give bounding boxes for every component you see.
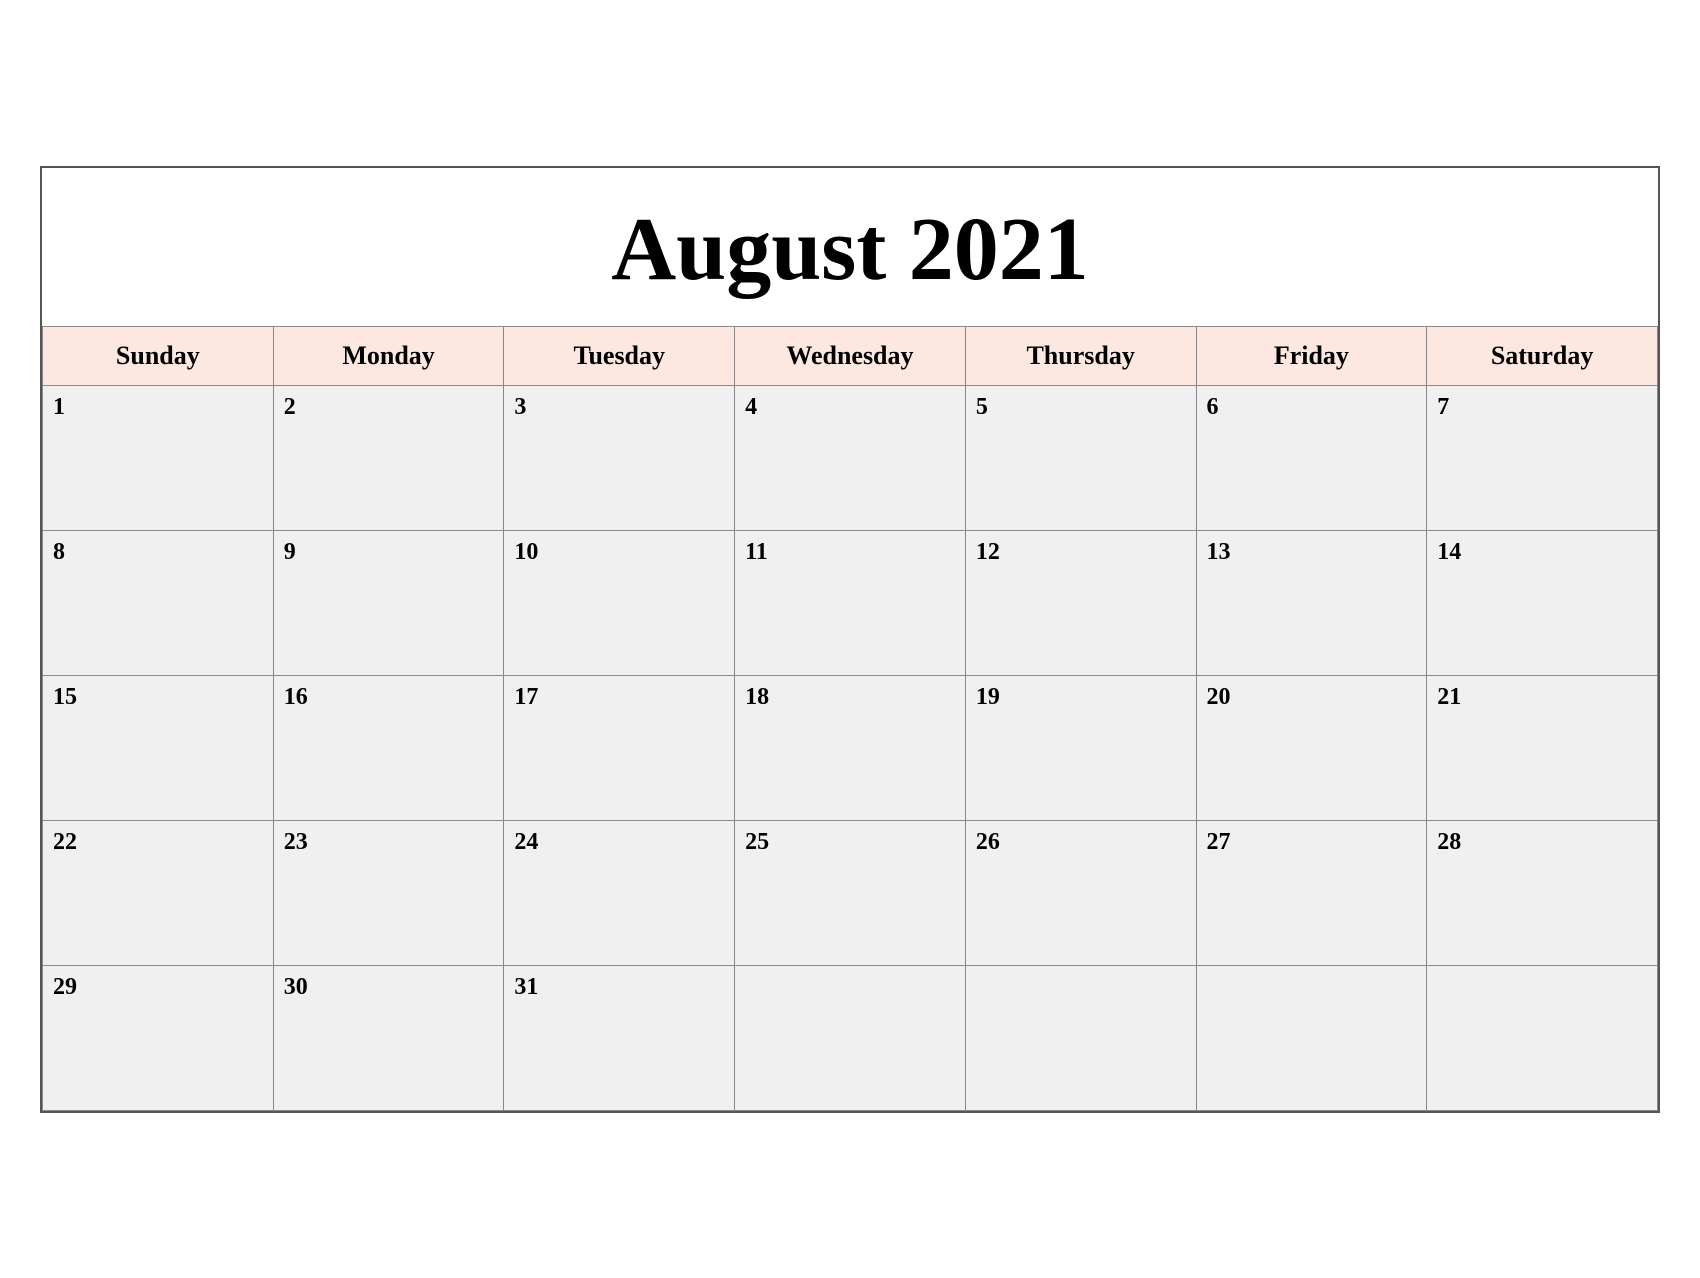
calendar-header-row: SundayMondayTuesdayWednesdayThursdayFrid… [43,326,1658,385]
calendar-day: 15 [43,675,274,820]
day-header-saturday: Saturday [1427,326,1658,385]
calendar-day: 9 [273,530,504,675]
calendar-week-2: 89 10 11 12 13 14 [43,530,1658,675]
day-number: 23 [284,829,494,856]
calendar-day: 12 [965,530,1196,675]
calendar-day: 29 [43,965,274,1110]
calendar-grid: SundayMondayTuesdayWednesdayThursdayFrid… [42,326,1658,1111]
day-number: 27 [1207,829,1417,856]
day-number: 13 [1207,539,1417,566]
day-number: 15 [53,684,263,711]
calendar-day: 21 [1427,675,1658,820]
calendar-day: 4 [735,385,966,530]
day-header-wednesday: Wednesday [735,326,966,385]
calendar-day [1196,965,1427,1110]
calendar-day: 18 [735,675,966,820]
day-number: 30 [284,974,494,1001]
day-number: 17 [514,684,724,711]
calendar-day: 10 [504,530,735,675]
day-number: 14 [1437,539,1647,566]
calendar-day: 20 [1196,675,1427,820]
day-number: 20 [1207,684,1417,711]
day-header-friday: Friday [1196,326,1427,385]
calendar-day: 1 [43,385,274,530]
day-number: 12 [976,539,1186,566]
calendar-week-1: 1234567 [43,385,1658,530]
day-header-sunday: Sunday [43,326,274,385]
day-header-monday: Monday [273,326,504,385]
calendar-day: 26 [965,820,1196,965]
day-number: 6 [1207,394,1417,421]
day-number: 24 [514,829,724,856]
day-header-tuesday: Tuesday [504,326,735,385]
calendar-day: 14 [1427,530,1658,675]
calendar-day: 25 [735,820,966,965]
day-number: 21 [1437,684,1647,711]
calendar-day: 30 [273,965,504,1110]
calendar-day [1427,965,1658,1110]
day-number: 7 [1437,394,1647,421]
calendar-day: 3 [504,385,735,530]
calendar-day: 5 [965,385,1196,530]
day-number: 10 [514,539,724,566]
day-number: 5 [976,394,1186,421]
calendar-day: 27 [1196,820,1427,965]
day-number: 28 [1437,829,1647,856]
day-number: 25 [745,829,955,856]
calendar-day: 28 [1427,820,1658,965]
day-number: 22 [53,829,263,856]
calendar-day: 24 [504,820,735,965]
day-number: 8 [53,539,263,566]
day-number: 18 [745,684,955,711]
day-number: 29 [53,974,263,1001]
day-number: 31 [514,974,724,1001]
calendar-day: 2 [273,385,504,530]
calendar-week-5: 29 30 31 [43,965,1658,1110]
calendar-day: 22 [43,820,274,965]
calendar-day: 8 [43,530,274,675]
calendar-day: 11 [735,530,966,675]
calendar-week-3: 15 16 17 18 19 20 21 [43,675,1658,820]
calendar-day: 7 [1427,385,1658,530]
day-number: 16 [284,684,494,711]
day-number: 9 [284,539,494,566]
calendar-day: 31 [504,965,735,1110]
calendar-day: 16 [273,675,504,820]
calendar-day [735,965,966,1110]
calendar-day: 23 [273,820,504,965]
calendar-day: 13 [1196,530,1427,675]
calendar-day: 17 [504,675,735,820]
calendar-title: August 2021 [42,168,1658,326]
day-number: 3 [514,394,724,421]
day-number: 4 [745,394,955,421]
day-number: 26 [976,829,1186,856]
calendar-day [965,965,1196,1110]
calendar-day: 19 [965,675,1196,820]
day-number: 1 [53,394,263,421]
day-header-thursday: Thursday [965,326,1196,385]
day-number: 2 [284,394,494,421]
calendar-week-4: 22 23 24 25 26 27 28 [43,820,1658,965]
calendar-day: 6 [1196,385,1427,530]
day-number: 19 [976,684,1186,711]
day-number: 11 [745,539,955,566]
calendar-container: August 2021 SundayMondayTuesdayWednesday… [40,166,1660,1113]
